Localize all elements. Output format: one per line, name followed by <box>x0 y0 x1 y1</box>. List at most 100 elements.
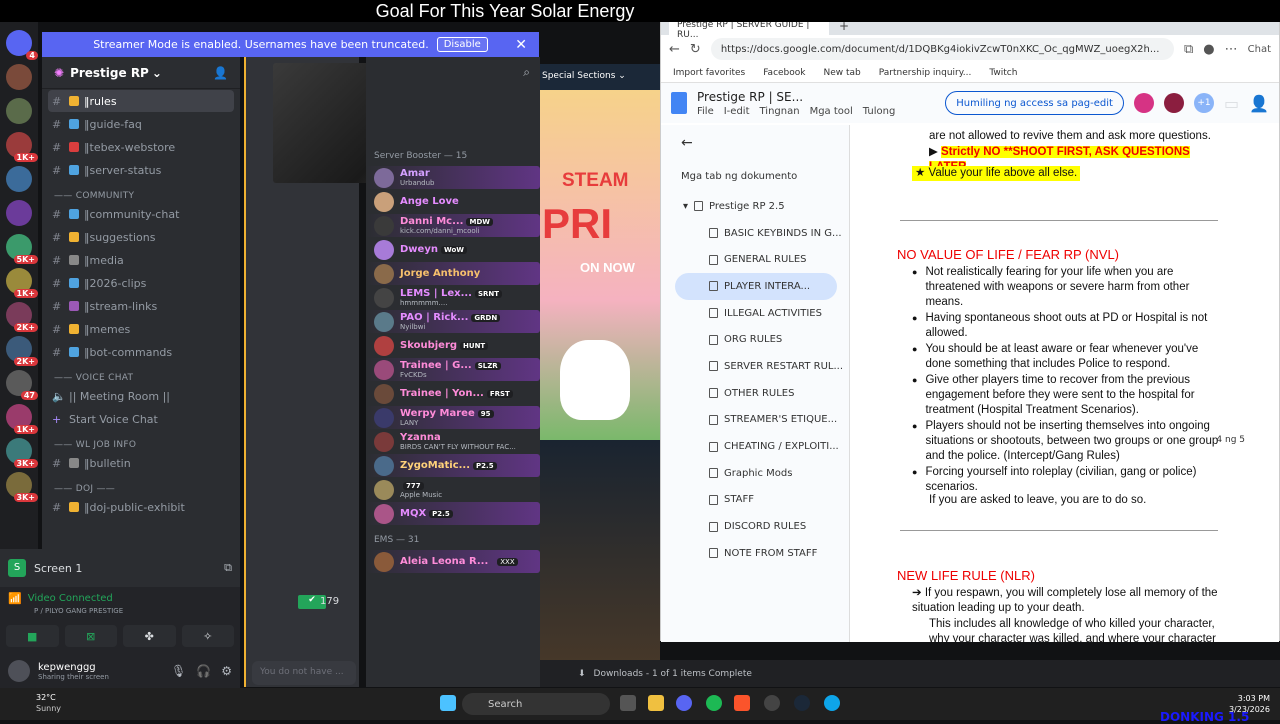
disable-button[interactable]: Disable <box>436 37 488 52</box>
gear-icon[interactable]: ⚙ <box>221 664 232 678</box>
doc-menu-item[interactable]: Tulong <box>863 106 896 117</box>
member-item[interactable]: Aleia Leona R... XXX <box>366 550 540 573</box>
server-icon[interactable]: 4 <box>6 30 38 60</box>
doc-menu-item[interactable]: Tingnan <box>760 106 800 117</box>
member-item[interactable]: Danni Mc... MDW kick.com/danni_mcooli <box>366 214 540 237</box>
member-item[interactable]: Ange Love <box>366 190 540 213</box>
server-icon[interactable]: 5K+ <box>6 234 38 264</box>
doc-title[interactable]: Prestige RP | SE... <box>697 90 895 104</box>
message-input[interactable]: You do not have ... <box>252 661 356 685</box>
start-voice-chat[interactable]: + Start Voice Chat <box>48 408 234 430</box>
close-icon[interactable]: ✕ <box>515 37 527 53</box>
server-icon[interactable] <box>6 200 32 226</box>
member-item[interactable]: Yzanna BIRDS CAN'T FLY WITHOUT FAC... <box>366 430 540 453</box>
channel-item[interactable]: # ‖bot-commands <box>48 341 234 363</box>
bookmark-item[interactable]: Facebook <box>763 68 805 78</box>
server-icon[interactable]: 2K+ <box>6 302 38 332</box>
downloads-status[interactable]: Downloads - 1 of 1 items Complete <box>594 669 752 679</box>
discord-icon[interactable] <box>676 695 692 711</box>
server-icon[interactable] <box>6 166 32 192</box>
bookmark-item[interactable]: Import favorites <box>673 68 745 78</box>
back-icon[interactable]: ← <box>669 42 680 57</box>
outline-item[interactable]: DISCORD RULES <box>661 513 849 540</box>
server-icon[interactable] <box>6 98 32 124</box>
profile-icon[interactable]: ● <box>1203 42 1214 57</box>
start-icon[interactable] <box>440 695 456 711</box>
member-item[interactable]: Trainee | Yon... FRST <box>366 382 540 405</box>
server-icon[interactable]: 1K+ <box>6 404 38 434</box>
outline-item[interactable]: NOTE FROM STAFF <box>661 540 849 567</box>
stop-share-button[interactable]: ⊠ <box>64 625 117 647</box>
obs-icon[interactable] <box>764 695 780 711</box>
avatar[interactable] <box>1133 93 1154 113</box>
outline-item[interactable]: ORG RULES <box>661 326 849 353</box>
channel-item[interactable]: # ‖server-status <box>48 159 234 181</box>
task-view-icon[interactable] <box>620 695 636 711</box>
avatar[interactable] <box>8 660 30 682</box>
outline-item[interactable]: OTHER RULES <box>661 380 849 407</box>
outline-item[interactable]: Graphic Mods <box>661 460 849 487</box>
special-sections-tab[interactable]: Special Sections ⌄ <box>540 64 660 90</box>
taskbar-search[interactable]: Search <box>462 693 610 715</box>
server-icon[interactable] <box>6 64 32 90</box>
brave-icon[interactable] <box>734 695 750 711</box>
outline-item[interactable]: CHEATING / EXPLOITI... <box>661 433 849 460</box>
channel-item[interactable]: # ‖media <box>48 249 234 271</box>
share-user-icon[interactable]: 👤 <box>1249 94 1269 113</box>
doc-menu-item[interactable]: Mga tool <box>810 106 853 117</box>
guild-header[interactable]: ✺ Prestige RP ⌄ 👤 <box>42 57 240 89</box>
channel-item[interactable]: # ‖doj-public-exhibit <box>48 496 234 518</box>
member-item[interactable]: Amar Urbandub <box>366 166 540 189</box>
bookmark-item[interactable]: Twitch <box>989 68 1017 78</box>
steam-icon[interactable] <box>794 695 810 711</box>
outline-item[interactable]: PLAYER INTERA... <box>675 273 837 300</box>
docs-logo-icon[interactable] <box>671 92 687 114</box>
category-voice[interactable]: —— VOICE CHAT <box>54 373 240 383</box>
member-item[interactable]: ZygoMatic... P2.5 <box>366 454 540 477</box>
member-item[interactable]: Werpy Maree 95 LANY <box>366 406 540 429</box>
channel-item[interactable]: # ‖community-chat <box>48 203 234 225</box>
channel-item[interactable]: # ‖suggestions <box>48 226 234 248</box>
extensions-icon[interactable]: ⧉ <box>1184 42 1193 57</box>
category-job[interactable]: —— WL JOB INFO <box>54 440 240 450</box>
headphones-icon[interactable]: 🎧 <box>196 664 211 678</box>
outline-doc-tab[interactable]: ▾ Prestige RP 2.5 <box>661 193 849 220</box>
more-icon[interactable]: ⋯ <box>1225 42 1238 57</box>
chat-button[interactable]: Chat <box>1248 44 1271 55</box>
search-icon[interactable]: ⌕ <box>523 65 530 80</box>
outline-item[interactable]: BASIC KEYBINDS IN G... <box>661 220 849 247</box>
server-icon[interactable]: 47 <box>6 370 38 400</box>
server-icon[interactable]: 2K+ <box>6 336 38 366</box>
popout-icon[interactable]: ⧉ <box>224 561 232 575</box>
channel-item[interactable]: # ‖stream-links <box>48 295 234 317</box>
doc-menu-item[interactable]: I-edit <box>724 106 750 117</box>
server-icon[interactable]: 1K+ <box>6 132 38 162</box>
channel-item[interactable]: # ‖2026-clips <box>48 272 234 294</box>
outline-item[interactable]: GENERAL RULES <box>661 246 849 273</box>
soundboard-button[interactable]: ✧ <box>181 625 234 647</box>
server-icon[interactable]: 1K+ <box>6 268 38 298</box>
avatar[interactable] <box>1163 93 1184 113</box>
member-item[interactable]: Trainee | G... SLZR FvCKDs <box>366 358 540 381</box>
spotify-icon[interactable] <box>706 695 722 711</box>
camera-button[interactable]: ■ <box>6 625 59 647</box>
member-item[interactable]: Dweyn WoW <box>366 238 540 261</box>
doc-menu-item[interactable]: File <box>697 106 714 117</box>
member-item[interactable]: 777 Apple Music <box>366 478 540 501</box>
weather-widget[interactable]: 32°C Sunny <box>8 692 61 714</box>
server-icon[interactable]: 3K+ <box>6 472 38 502</box>
game-artwork[interactable] <box>540 440 660 687</box>
file-explorer-icon[interactable] <box>648 695 664 711</box>
more-users-badge[interactable]: +1 <box>1193 93 1214 113</box>
voice-channel-name[interactable]: P / PILYO GANG PRESTIGE <box>34 607 123 615</box>
channel-item[interactable]: # ‖memes <box>48 318 234 340</box>
reload-icon[interactable]: ↻ <box>690 42 701 57</box>
microphone-icon[interactable]: 🎙 <box>171 664 186 678</box>
voice-channel-meeting[interactable]: 🔈 || Meeting Room || <box>48 385 234 407</box>
activities-button[interactable]: ✤ <box>123 625 176 647</box>
category-community[interactable]: —— COMMUNITY <box>54 191 240 201</box>
channel-item[interactable]: # ‖guide-faq <box>48 113 234 135</box>
member-item[interactable]: Jorge Anthony <box>366 262 540 285</box>
invite-icon[interactable]: 👤 <box>213 66 228 80</box>
outline-item[interactable]: ILLEGAL ACTIVITIES <box>661 300 849 327</box>
